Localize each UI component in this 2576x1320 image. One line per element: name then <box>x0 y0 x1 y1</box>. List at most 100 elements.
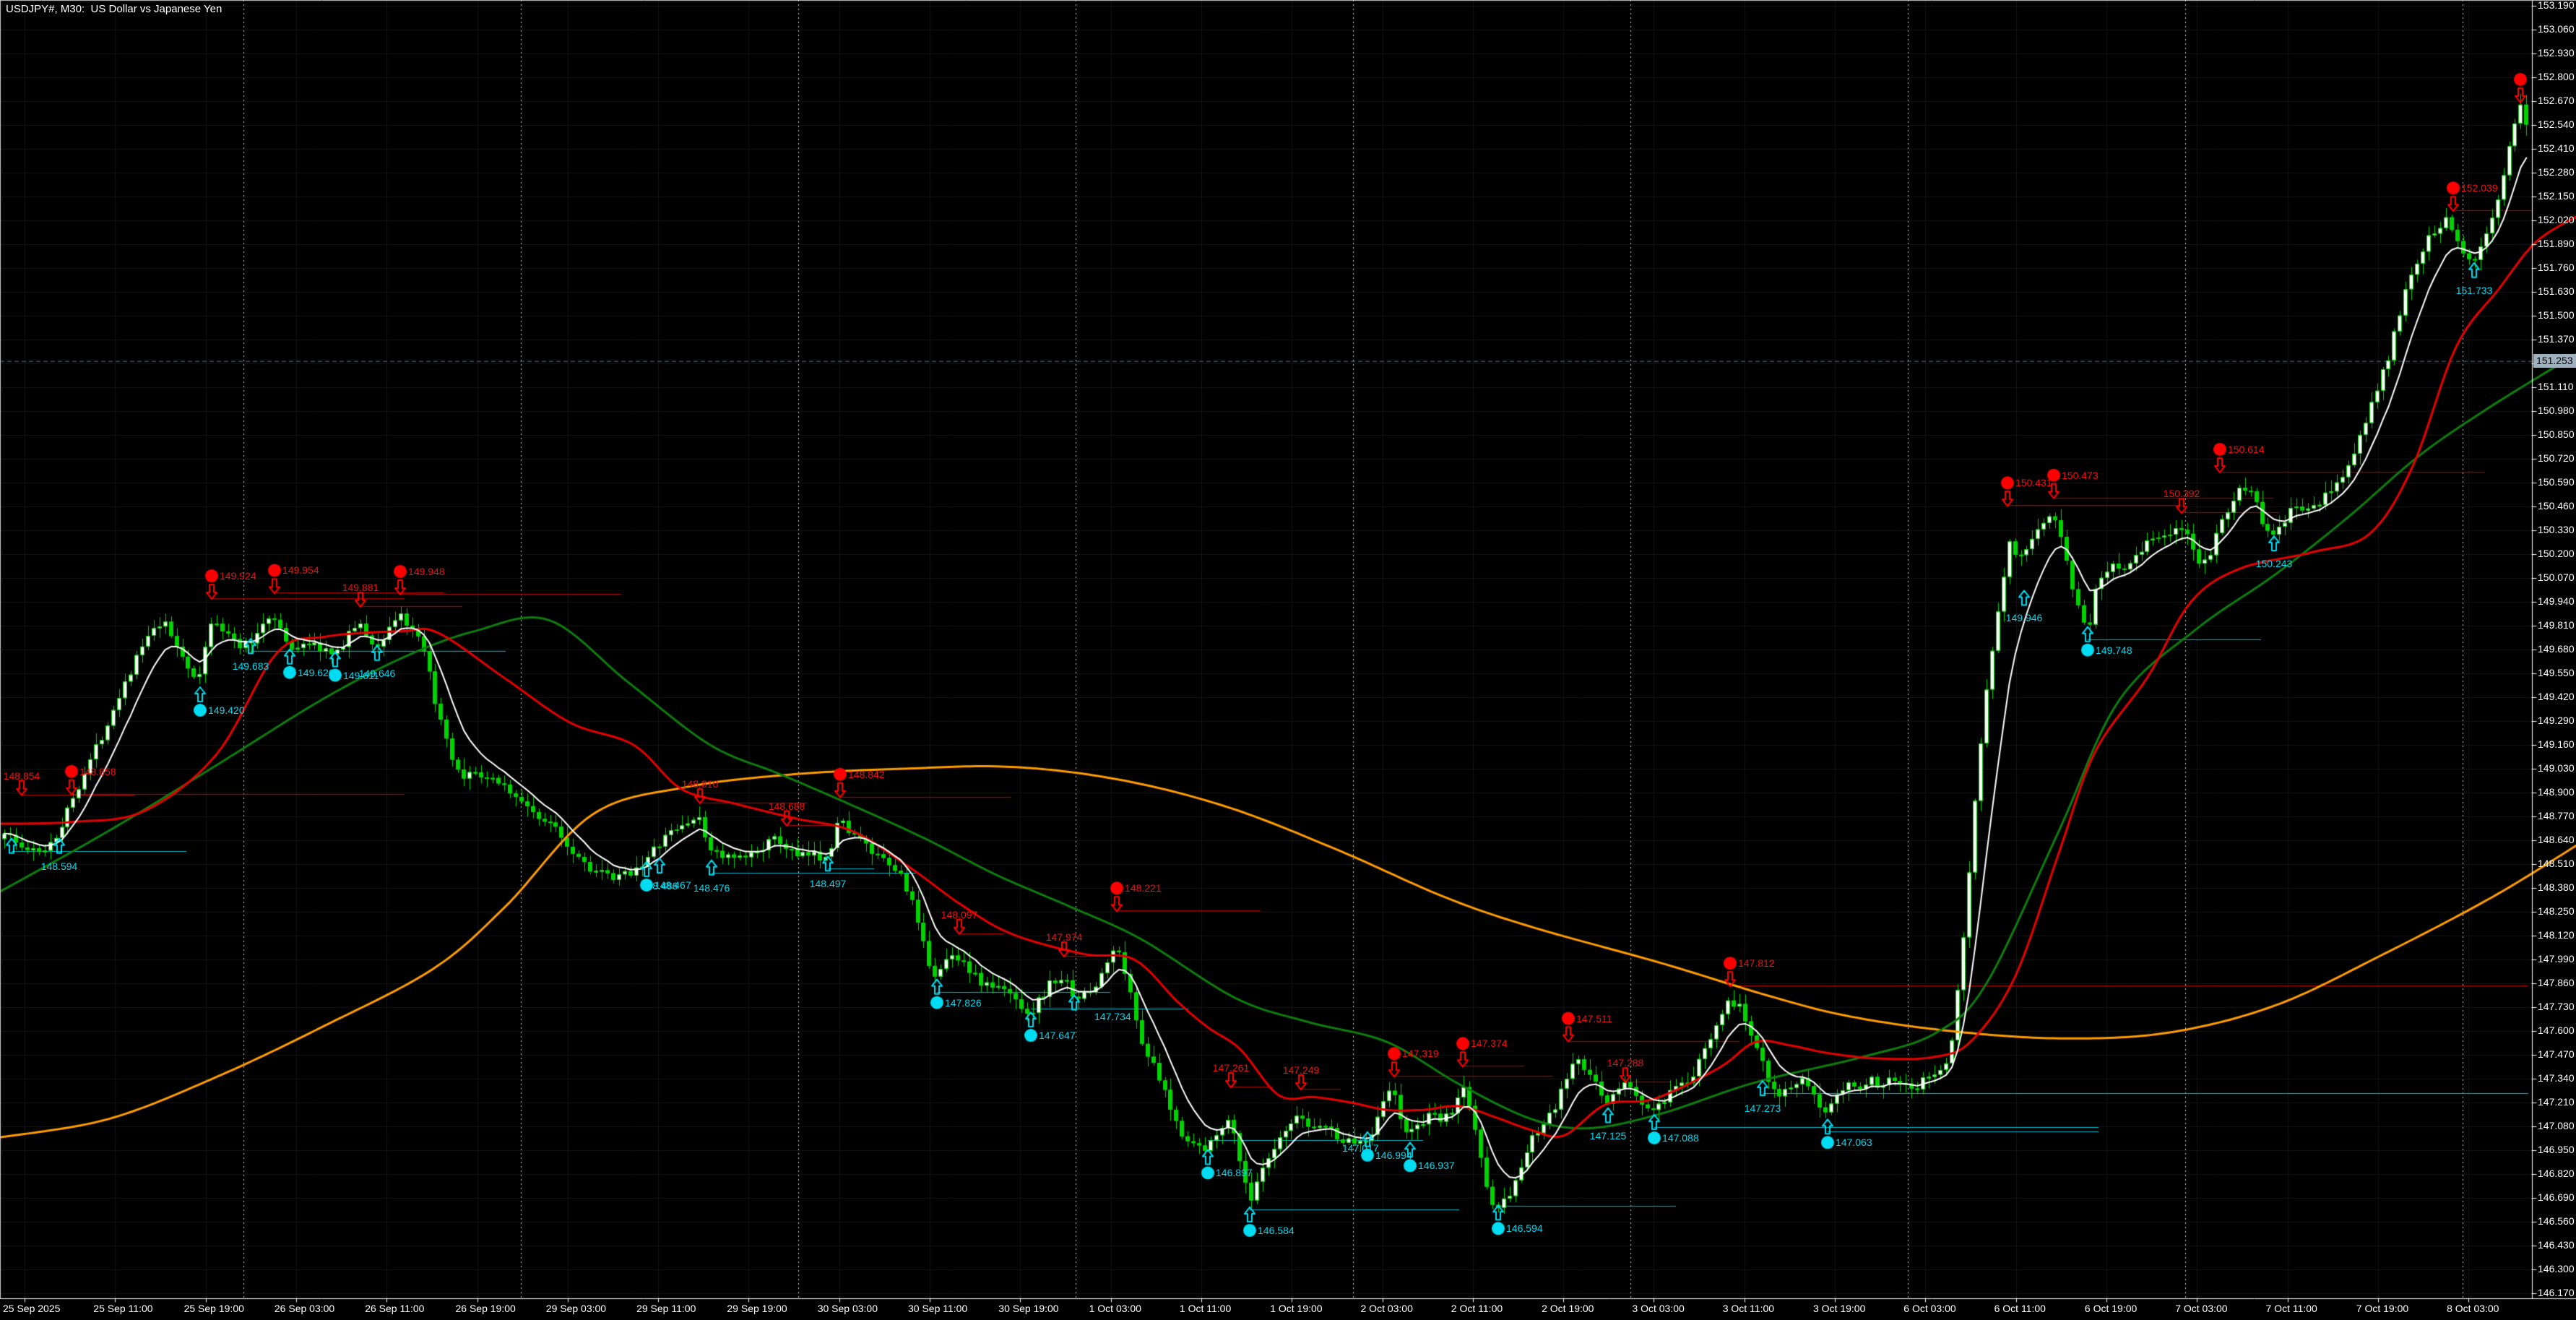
price-axis-label: 150.330 <box>2538 524 2575 535</box>
time-axis-label: 25 Sep 11:00 <box>93 1303 152 1314</box>
price-axis-label: 153.060 <box>2538 23 2575 35</box>
time-axis-label: 30 Sep 19:00 <box>998 1303 1058 1314</box>
price-axis-label: 149.680 <box>2538 643 2575 655</box>
sell-signal-label: 147.812 <box>1738 957 1775 969</box>
price-axis-label: 150.980 <box>2538 405 2575 416</box>
price-axis-label: 149.030 <box>2538 762 2575 774</box>
price-axis-label: 150.590 <box>2538 476 2575 488</box>
price-axis-label: 146.690 <box>2538 1191 2575 1203</box>
time-axis-label: 2 Oct 11:00 <box>1451 1303 1503 1314</box>
sell-signal-label: 149.881 <box>342 582 379 593</box>
buy-signal-label: 150.243 <box>2256 558 2293 569</box>
buy-signal-label: 149.420 <box>208 704 245 716</box>
price-axis-label: 148.770 <box>2538 810 2575 821</box>
chart-canvas[interactable] <box>0 0 2576 1320</box>
sell-signal-label: 148.810 <box>682 778 719 790</box>
buy-signal-label: 151.733 <box>2456 285 2493 296</box>
sell-signal-label: 148.858 <box>79 766 116 777</box>
price-axis-label: 149.550 <box>2538 667 2575 678</box>
time-axis-label: 29 Sep 11:00 <box>636 1303 696 1314</box>
price-axis-label: 151.370 <box>2538 333 2575 345</box>
time-axis-label: 6 Oct 11:00 <box>1994 1303 2046 1314</box>
price-axis-label: 151.500 <box>2538 309 2575 321</box>
price-axis-label: 152.670 <box>2538 95 2575 106</box>
price-axis-label: 151.760 <box>2538 262 2575 273</box>
price-axis-label: 149.940 <box>2538 595 2575 607</box>
sell-signal-label: 149.924 <box>220 570 256 582</box>
price-axis-label: 151.890 <box>2538 238 2575 249</box>
buy-signal-label: 149.946 <box>2006 612 2043 624</box>
buy-signal-label: 149.748 <box>2096 644 2132 656</box>
time-axis-label: 30 Sep 03:00 <box>818 1303 878 1314</box>
time-axis-label: 1 Oct 03:00 <box>1089 1303 1141 1314</box>
sell-signal-label: 147.319 <box>1402 1048 1439 1059</box>
price-axis-label: 147.340 <box>2538 1072 2575 1084</box>
time-axis-label: 29 Sep 19:00 <box>727 1303 787 1314</box>
time-axis-label: 1 Oct 19:00 <box>1270 1303 1322 1314</box>
time-axis-label: 6 Oct 19:00 <box>2085 1303 2137 1314</box>
buy-signal-label: 148.476 <box>693 882 730 894</box>
price-axis-label: 146.560 <box>2538 1215 2575 1227</box>
time-axis-label: 1 Oct 11:00 <box>1180 1303 1231 1314</box>
sell-signal-label: 150.614 <box>2228 444 2265 455</box>
price-axis-label: 147.860 <box>2538 977 2575 988</box>
price-axis-label: 151.630 <box>2538 285 2575 297</box>
price-axis-label: 148.120 <box>2538 929 2575 941</box>
time-axis-label: 3 Oct 19:00 <box>1813 1303 1865 1314</box>
time-axis-label: 7 Oct 03:00 <box>2175 1303 2227 1314</box>
sell-signal-label: 148.221 <box>1125 882 1162 894</box>
buy-signal-label: 146.937 <box>1418 1160 1455 1171</box>
buy-signal-label: 147.273 <box>1745 1103 1781 1114</box>
buy-signal-label: 146.897 <box>1216 1167 1253 1178</box>
buy-signal-label: 149.683 <box>233 660 269 672</box>
time-axis-label: 7 Oct 19:00 <box>2356 1303 2408 1314</box>
buy-signal-label: 146.584 <box>1258 1225 1295 1236</box>
buy-line-label: 147.017 <box>1342 1142 1379 1154</box>
price-axis-label: 150.720 <box>2538 452 2575 464</box>
sell-signal-label: 149.948 <box>408 566 445 577</box>
buy-signal-label: 147.063 <box>1836 1136 1872 1148</box>
time-axis-label: 25 Sep 2025 <box>3 1303 60 1314</box>
price-axis-label: 149.160 <box>2538 738 2575 750</box>
price-axis-label: 152.150 <box>2538 190 2575 202</box>
buy-signal-label: 148.594 <box>41 860 78 872</box>
chart-title: USDJPY#, M30: US Dollar vs Japanese Yen <box>6 3 222 15</box>
price-axis-label: 149.810 <box>2538 619 2575 631</box>
sell-signal-label: 147.511 <box>1576 1013 1612 1024</box>
buy-signal-label: 148.486 <box>641 880 678 892</box>
time-axis-label: 6 Oct 03:00 <box>1903 1303 1955 1314</box>
time-axis-label: 26 Sep 03:00 <box>275 1303 334 1314</box>
buy-signal-label: 148.497 <box>810 878 847 889</box>
current-price-badge: 151.253 <box>2533 354 2576 368</box>
sell-signal-label: 148.842 <box>848 769 885 780</box>
price-axis-label: 148.640 <box>2538 834 2575 845</box>
buy-signal-label: 147.826 <box>945 997 982 1009</box>
sell-signal-label: 150.473 <box>2062 470 2099 481</box>
time-axis-label: 2 Oct 19:00 <box>1542 1303 1594 1314</box>
buy-signal-label: 149.646 <box>359 668 396 679</box>
sell-signal-label: 152.039 <box>2461 182 2498 194</box>
price-axis-label: 149.420 <box>2538 691 2575 702</box>
sell-signal-label: 150.392 <box>2164 488 2200 499</box>
buy-signal-label: 147.125 <box>1590 1130 1627 1142</box>
price-axis-label: 150.850 <box>2538 428 2575 440</box>
time-axis-label: 26 Sep 19:00 <box>456 1303 516 1314</box>
price-axis-label: 147.080 <box>2538 1120 2575 1131</box>
price-axis-label: 152.930 <box>2538 47 2575 59</box>
price-axis-label: 152.540 <box>2538 118 2575 130</box>
sell-signal-label: 147.374 <box>1471 1038 1508 1049</box>
time-axis-label: 7 Oct 11:00 <box>2266 1303 2317 1314</box>
sell-signal-label: 149.954 <box>282 564 319 576</box>
price-axis-label: 147.990 <box>2538 953 2575 965</box>
sell-signal-label: 148.097 <box>941 909 978 920</box>
buy-signal-label: 146.594 <box>1506 1222 1543 1234</box>
time-axis-label: 3 Oct 03:00 <box>1632 1303 1684 1314</box>
sell-signal-label: 148.688 <box>769 801 805 812</box>
price-axis-label: 150.070 <box>2538 571 2575 583</box>
price-axis-label: 148.510 <box>2538 858 2575 869</box>
price-axis-label: 147.730 <box>2538 1001 2575 1012</box>
time-axis-label: 29 Sep 03:00 <box>546 1303 606 1314</box>
time-axis-label: 8 Oct 03:00 <box>2447 1303 2499 1314</box>
price-axis-label: 147.470 <box>2538 1048 2575 1060</box>
price-axis-label: 147.600 <box>2538 1024 2575 1036</box>
